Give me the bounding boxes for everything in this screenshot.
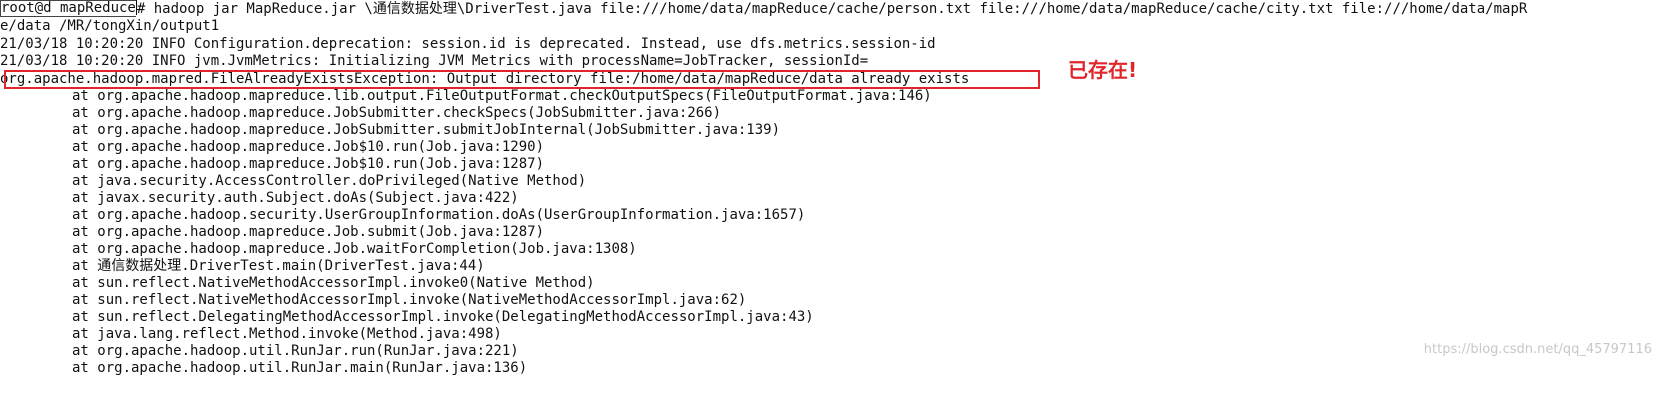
stack-frame: at java.lang.reflect.Method.invoke(Metho… <box>72 326 502 342</box>
command-line: root@d mapReduce# hadoop jar MapReduce.j… <box>0 0 1527 18</box>
log-line: 21/03/18 10:20:20 INFO Configuration.dep… <box>0 36 936 52</box>
stack-frame: at javax.security.auth.Subject.doAs(Subj… <box>72 190 519 206</box>
prompt-user-host: root@d mapReduce <box>0 0 136 17</box>
stack-frame: at 通信数据处理.DriverTest.main(DriverTest.jav… <box>72 258 485 274</box>
stack-frame: at org.apache.hadoop.mapreduce.Job.waitF… <box>72 241 637 257</box>
stack-frame: at org.apache.hadoop.util.RunJar.main(Ru… <box>72 360 528 376</box>
stack-frame: at java.security.AccessController.doPriv… <box>72 173 587 189</box>
terminal-window[interactable]: root@d mapReduce# hadoop jar MapReduce.j… <box>0 0 1660 401</box>
error-highlight-box <box>4 70 1040 89</box>
stack-frame: at org.apache.hadoop.mapreduce.lib.outpu… <box>72 88 932 104</box>
stack-frame: at sun.reflect.DelegatingMethodAccessorI… <box>72 309 814 325</box>
stack-frame: at org.apache.hadoop.security.UserGroupI… <box>72 207 806 223</box>
stack-frame: at org.apache.hadoop.mapreduce.Job$10.ru… <box>72 139 545 155</box>
stack-frame: at org.apache.hadoop.mapreduce.JobSubmit… <box>72 105 722 121</box>
command-continuation: e/data /MR/tongXin/output1 <box>0 18 220 34</box>
command-text: hadoop jar MapReduce.jar \通信数据处理\DriverT… <box>153 1 1528 17</box>
stack-frame: at org.apache.hadoop.util.RunJar.run(Run… <box>72 343 519 359</box>
stack-frame: at org.apache.hadoop.mapreduce.Job$10.ru… <box>72 156 545 172</box>
error-annotation: 已存在! <box>1068 58 1138 82</box>
stack-frame: at org.apache.hadoop.mapreduce.JobSubmit… <box>72 122 781 138</box>
stack-frame: at sun.reflect.NativeMethodAccessorImpl.… <box>72 292 747 308</box>
watermark: https://blog.csdn.net/qq_45797116 <box>1423 342 1652 357</box>
log-line: 21/03/18 10:20:20 INFO jvm.JvmMetrics: I… <box>0 53 869 69</box>
stack-frame: at org.apache.hadoop.mapreduce.Job.submi… <box>72 224 545 240</box>
prompt-symbol: # <box>136 1 154 17</box>
stack-frame: at sun.reflect.NativeMethodAccessorImpl.… <box>72 275 595 291</box>
